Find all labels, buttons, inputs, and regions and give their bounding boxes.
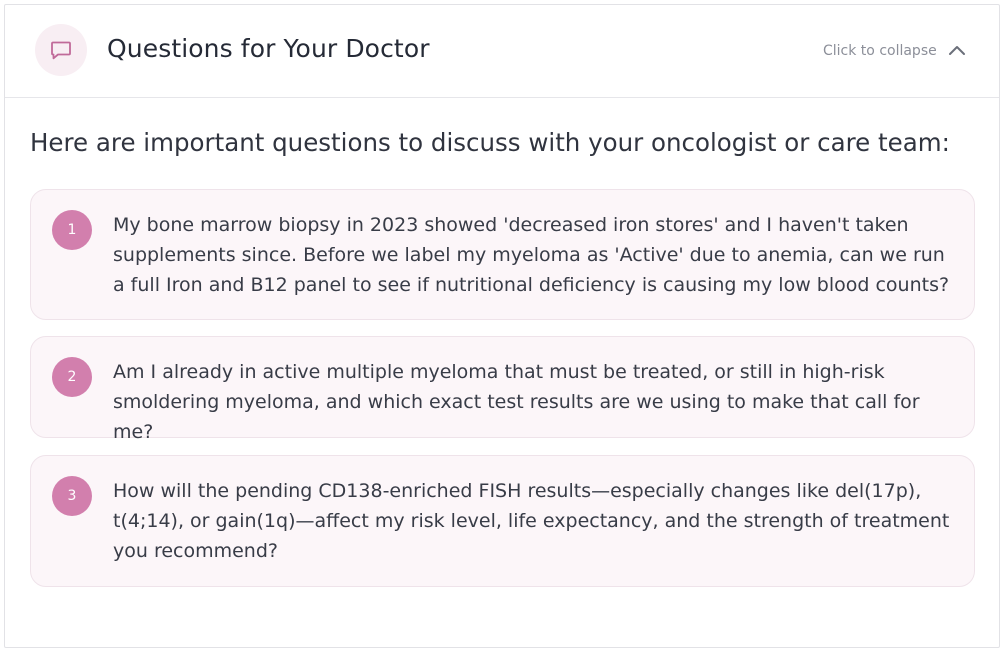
question-item: 1 My bone marrow biopsy in 2023 showed '… xyxy=(30,189,975,320)
question-number-badge: 2 xyxy=(52,357,92,397)
question-text: Am I already in active multiple myeloma … xyxy=(113,361,920,443)
questions-panel: Questions for Your Doctor Click to colla… xyxy=(4,4,1000,648)
question-text: How will the pending CD138-enriched FISH… xyxy=(113,480,950,562)
question-item: 3 How will the pending CD138-enriched FI… xyxy=(30,455,975,587)
panel-title: Questions for Your Doctor xyxy=(107,34,430,63)
chat-bubble-icon xyxy=(35,24,87,76)
chevron-up-icon[interactable] xyxy=(947,42,967,58)
question-number-badge: 3 xyxy=(52,476,92,516)
collapse-label[interactable]: Click to collapse xyxy=(823,43,937,59)
question-number-badge: 1 xyxy=(52,210,92,250)
panel-header[interactable]: Questions for Your Doctor Click to colla… xyxy=(5,5,999,98)
question-item: 2 Am I already in active multiple myelom… xyxy=(30,336,975,443)
intro-text: Here are important questions to discuss … xyxy=(30,128,950,157)
question-text: My bone marrow biopsy in 2023 showed 'de… xyxy=(113,214,950,296)
